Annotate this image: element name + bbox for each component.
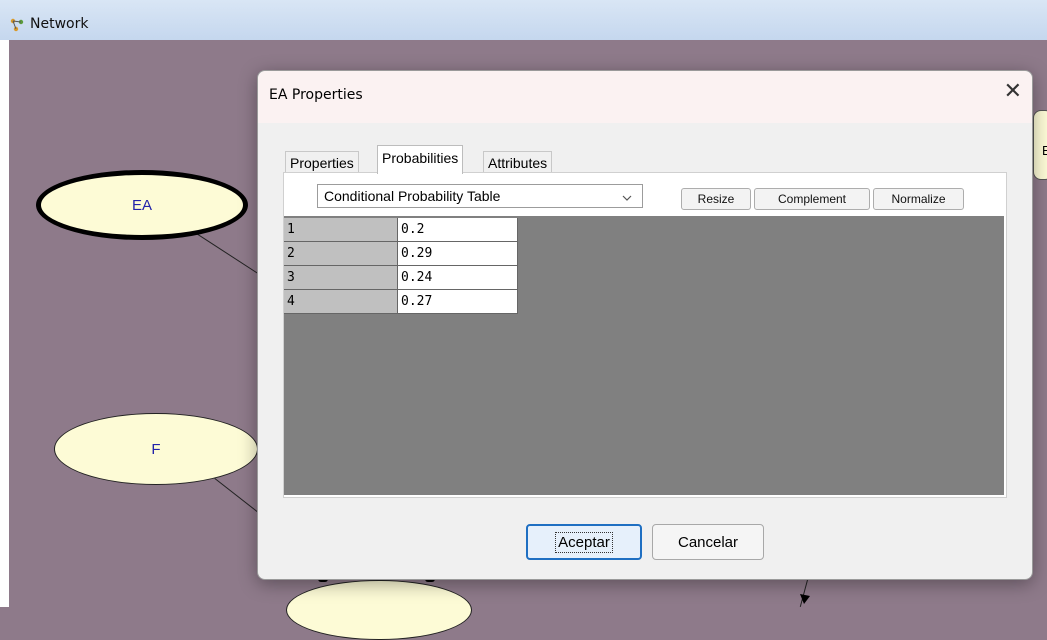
row-index: 4 [284, 290, 398, 314]
node-ea-label: EA [131, 196, 152, 214]
tab-attributes[interactable]: Attributes [483, 151, 553, 174]
row-value-cell[interactable]: 0.29 [398, 242, 518, 266]
tab-probabilities-label: Probabilities [382, 150, 459, 166]
tab-attributes-label: Attributes [488, 155, 548, 171]
ok-button-label: Aceptar [555, 531, 613, 553]
row-value-cell[interactable]: 0.2 [398, 218, 518, 242]
ok-button[interactable]: Aceptar [526, 524, 642, 560]
complement-button[interactable]: Complement [754, 188, 870, 210]
row-value-cell[interactable]: 0.27 [398, 290, 518, 314]
resize-button-label: Resize [697, 192, 735, 206]
complement-button-label: Complement [777, 192, 847, 206]
probability-table: 1 0.2 2 0.29 3 0.24 4 0.27 [284, 216, 1004, 495]
resize-button[interactable]: Resize [681, 188, 751, 210]
node-f-label: F [151, 440, 161, 458]
normalize-button-label: Normalize [891, 192, 946, 206]
normalize-button[interactable]: Normalize [873, 188, 964, 210]
row-index: 1 [284, 218, 398, 242]
dialog-header: EA Properties ✕ [258, 71, 1032, 123]
tab-properties-label: Properties [290, 155, 354, 171]
window-title: Network [30, 16, 89, 32]
node-right[interactable]: E [1033, 110, 1047, 180]
tab-probabilities[interactable]: Probabilities [377, 145, 464, 174]
node-ea[interactable]: EA [36, 170, 248, 240]
table-row: 4 0.27 [284, 290, 519, 314]
node-bottom[interactable] [286, 580, 472, 640]
cancel-button[interactable]: Cancelar [652, 524, 764, 560]
table-row: 3 0.24 [284, 266, 519, 290]
cancel-button-label: Cancelar [677, 533, 739, 551]
row-index: 2 [284, 242, 398, 266]
row-index: 3 [284, 266, 398, 290]
table-row: 2 0.29 [284, 242, 519, 266]
node-right-label: E [1042, 143, 1047, 158]
table-type-select[interactable]: Conditional Probability Table [317, 184, 643, 208]
left-border [0, 40, 9, 607]
row-value-cell[interactable]: 0.24 [398, 266, 518, 290]
dialog-title: EA Properties [269, 87, 363, 103]
table-row: 1 0.2 [284, 218, 519, 242]
table-type-value: Conditional Probability Table [324, 188, 501, 204]
network-icon [10, 18, 24, 32]
window-titlebar: Network [0, 0, 1047, 41]
close-icon[interactable]: ✕ [1004, 79, 1022, 104]
properties-dialog: EA Properties ✕ Properties Probabilities… [257, 70, 1033, 580]
chevron-down-icon [622, 195, 632, 201]
arrow-head-icon [800, 594, 810, 604]
tab-properties[interactable]: Properties [285, 151, 359, 174]
node-f[interactable]: F [54, 413, 258, 485]
